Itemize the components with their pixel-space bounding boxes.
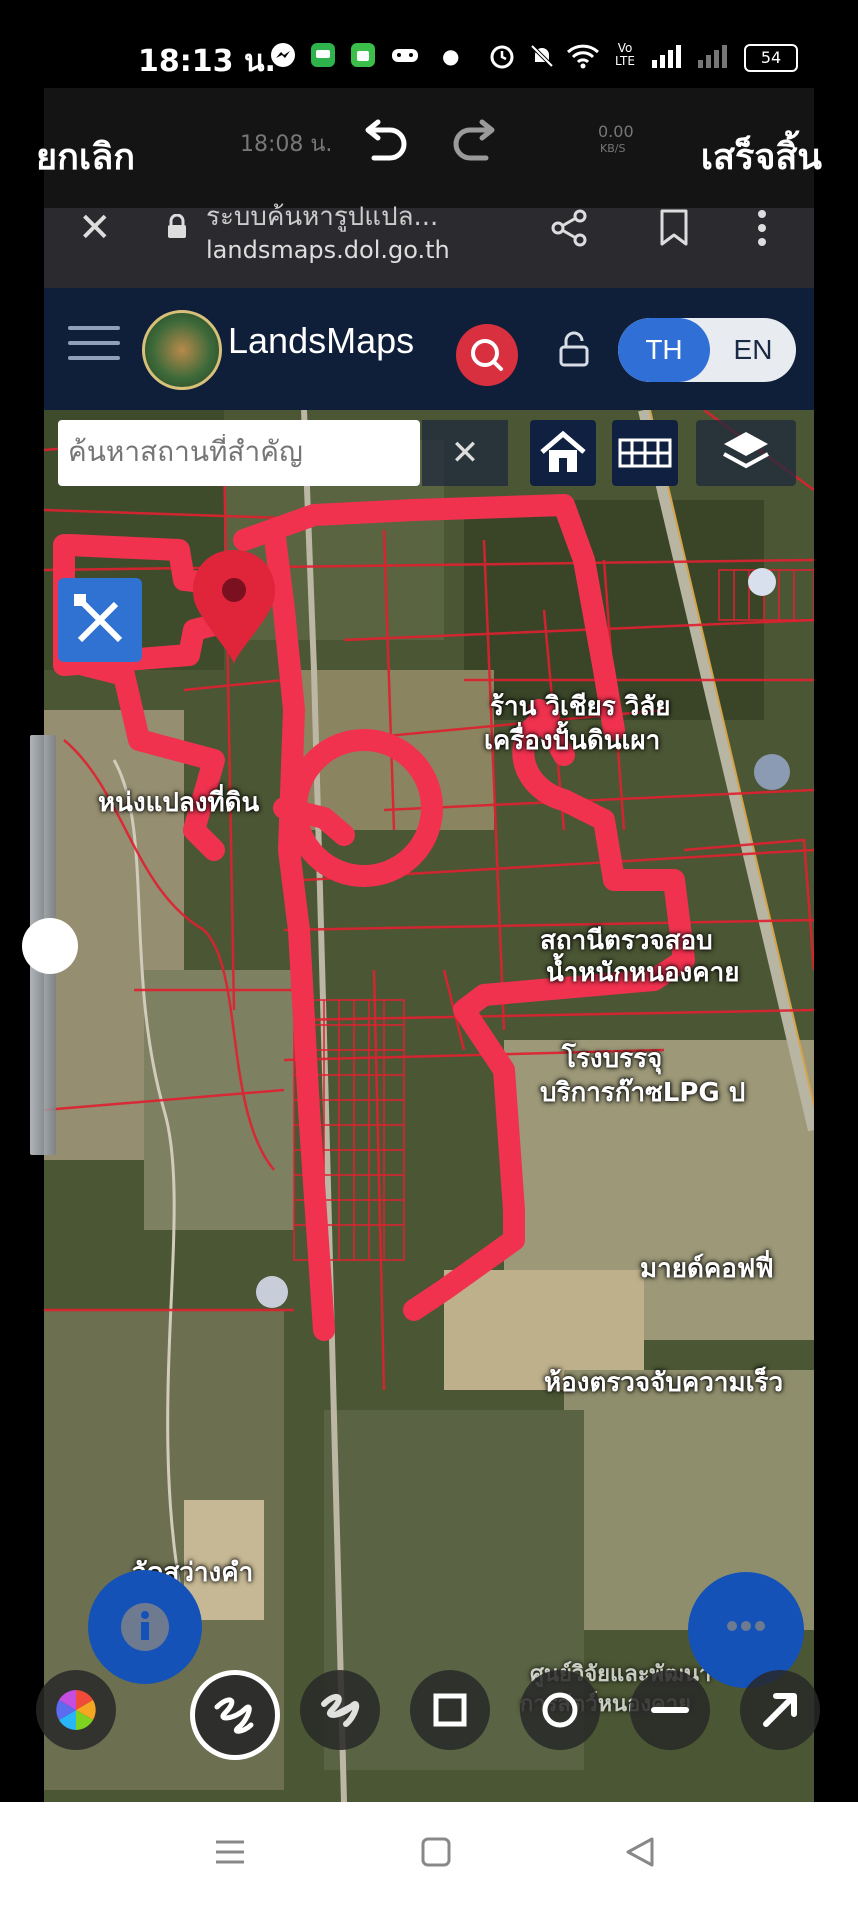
secure-lock-icon [166, 213, 188, 238]
arrow-tool-button[interactable] [740, 1670, 820, 1750]
share-icon[interactable] [550, 208, 590, 248]
bookmark-icon[interactable] [656, 208, 692, 248]
map-label-lpg: บริการก๊าซLPG ป [540, 1078, 746, 1108]
map-label-weigh-station-sub: น้ำหนักหนองคาย [546, 958, 740, 988]
home-nav-icon[interactable] [420, 1836, 452, 1872]
browser-close-icon[interactable]: ✕ [78, 205, 112, 251]
layers-button[interactable] [696, 420, 796, 486]
map-label-coffee: มายด์คอฟฟี่ [640, 1254, 774, 1284]
rectangle-tool-button[interactable] [410, 1670, 490, 1750]
language-toggle[interactable]: TH EN [618, 318, 796, 382]
ghost-speed-unit: KB/S [600, 142, 626, 155]
search-button[interactable] [456, 324, 518, 386]
home-button[interactable] [530, 420, 596, 486]
page-url[interactable]: landsmaps.dol.go.th [206, 236, 450, 264]
redo-icon[interactable] [446, 116, 504, 174]
alarm-icon [488, 42, 516, 70]
dot-icon: ● [442, 44, 460, 68]
brush-size-thumb[interactable] [22, 918, 78, 974]
pen-tool-button[interactable] [190, 1670, 280, 1760]
battery-indicator: 54 [744, 44, 798, 72]
hamburger-menu-icon[interactable] [68, 326, 120, 366]
wifi-icon [566, 42, 600, 70]
color-picker-button[interactable] [36, 1670, 116, 1750]
store-app-icon [350, 42, 376, 70]
grid-button[interactable] [612, 420, 678, 486]
more-vert-icon[interactable] [756, 208, 768, 248]
login-lock-icon[interactable] [556, 330, 592, 370]
search-clear-button[interactable]: ✕ [422, 420, 508, 486]
chat-app-icon [310, 42, 336, 70]
recent-apps-icon[interactable] [214, 1836, 246, 1872]
mute-bell-icon [528, 42, 556, 70]
gamepad-icon [390, 42, 420, 70]
messenger-icon [270, 42, 296, 70]
cancel-button[interactable]: ยกเลิก [36, 128, 135, 185]
ghost-status-overlay [44, 88, 814, 208]
lang-th-option[interactable]: TH [618, 318, 710, 382]
undo-icon[interactable] [356, 116, 414, 174]
marker-tool-button[interactable] [300, 1670, 380, 1750]
ghost-time: 18:08 น. [240, 132, 333, 157]
dol-seal-logo [142, 310, 222, 390]
page-title: ระบบค้นหารูปแปล... [206, 202, 439, 232]
signal-icon [650, 42, 684, 70]
back-nav-icon[interactable] [624, 1836, 656, 1872]
circle-tool-button[interactable] [520, 1670, 600, 1750]
done-button[interactable]: เสร็จสิ้น [701, 128, 822, 185]
map-label-pottery: เครื่องปั้นดินเผา [484, 726, 661, 756]
map-label-speed-camera: ห้องตรวจจับความเร็ว [544, 1368, 784, 1398]
line-tool-button[interactable] [630, 1670, 710, 1750]
ghost-speed: 0.00 [598, 122, 634, 141]
map-label-parcel: หน่งแปลงที่ดิน [98, 788, 260, 818]
volte-icon: Vo LTE [615, 41, 635, 68]
signal-2-icon [696, 42, 730, 70]
lang-en-option[interactable]: EN [710, 318, 796, 382]
brand-name: LandsMaps [228, 320, 415, 361]
measure-tool-button[interactable] [58, 578, 142, 662]
info-fab[interactable] [88, 1570, 202, 1684]
status-time: 18:13 น. [138, 44, 276, 79]
place-search-input[interactable] [66, 434, 410, 469]
